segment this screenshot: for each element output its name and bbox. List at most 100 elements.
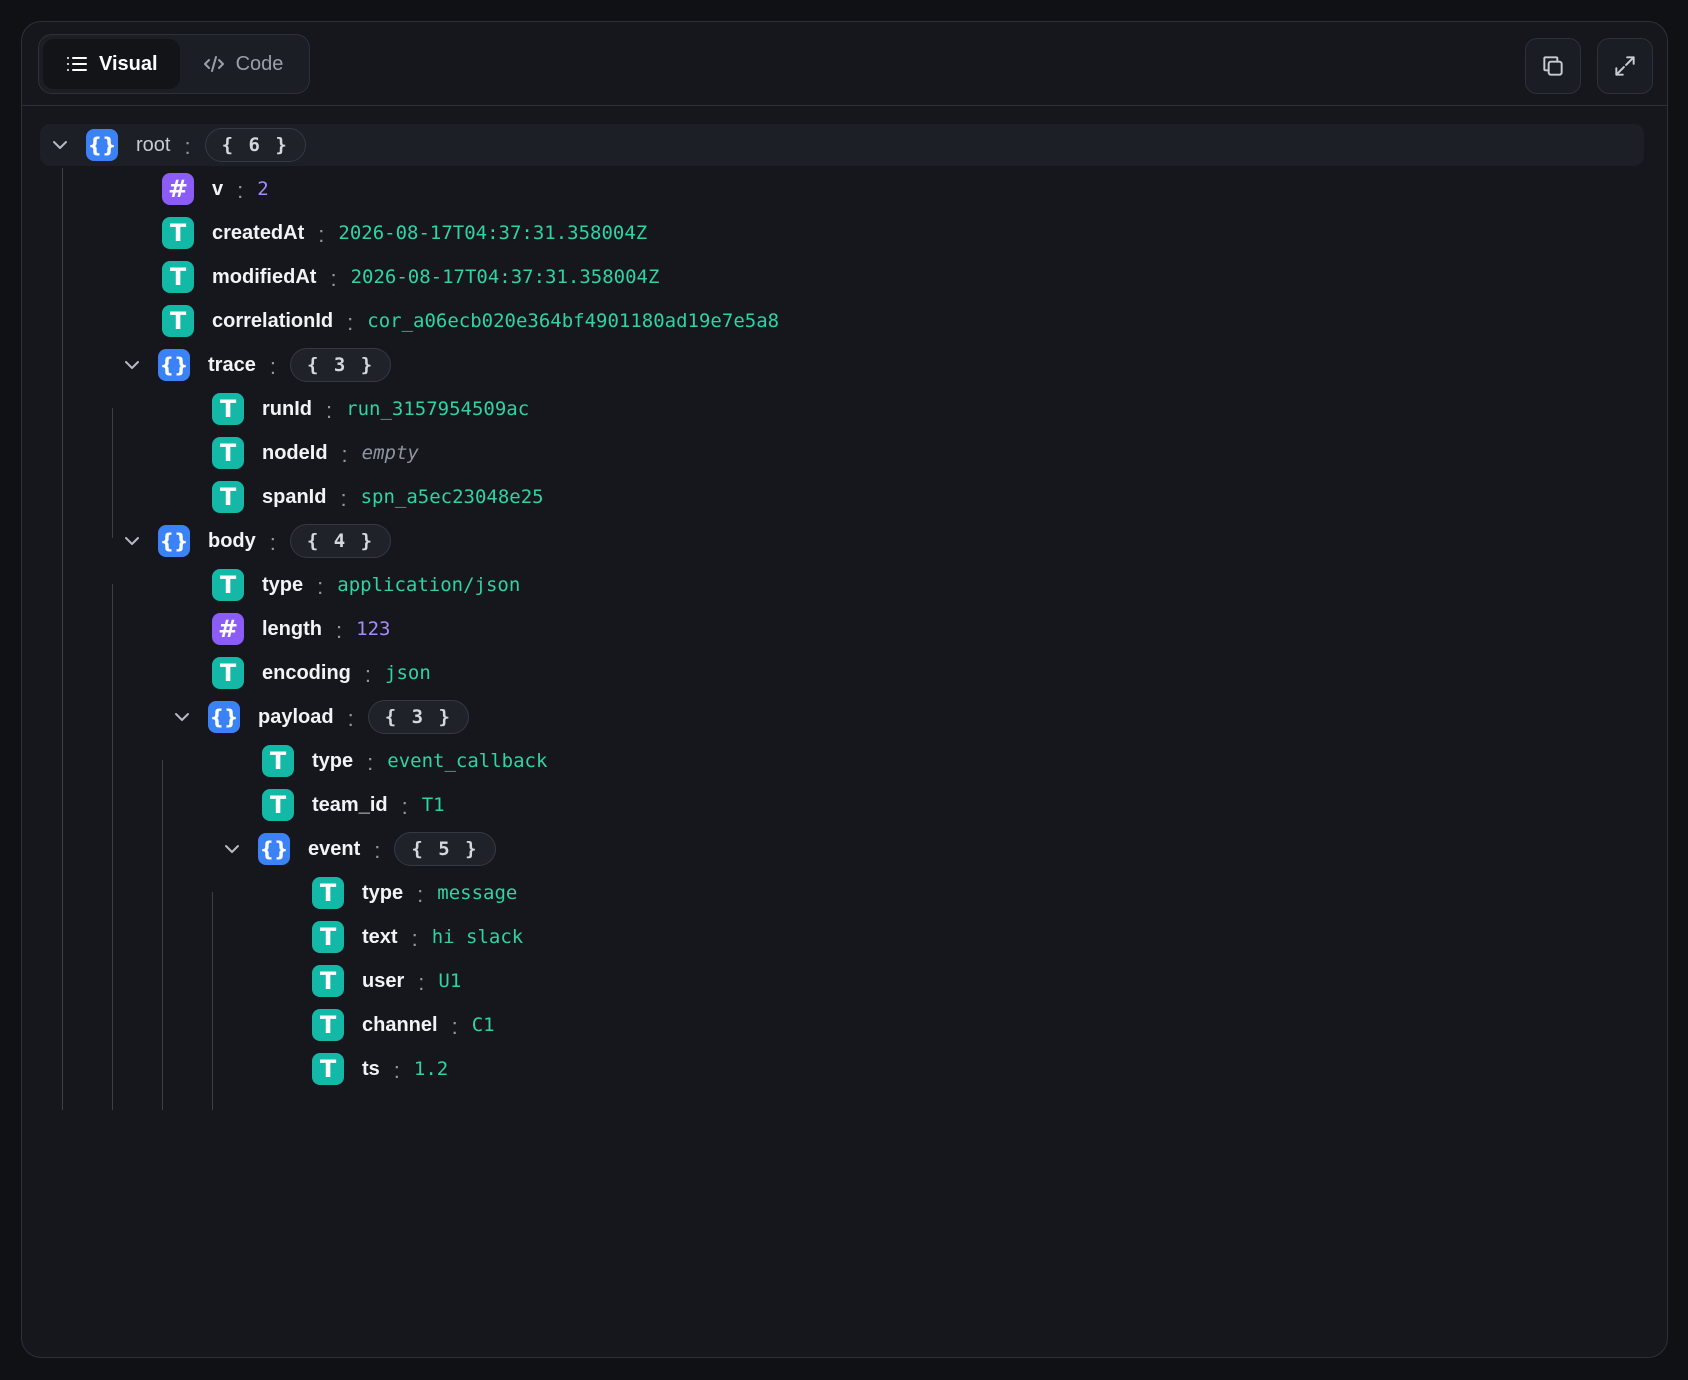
colon-separator: : (184, 134, 191, 159)
child-count-badge: { 6 } (204, 128, 306, 162)
string-type-icon: T (212, 437, 244, 469)
string-type-icon: T (212, 657, 244, 689)
tree-node-ts[interactable]: T ts : 1.2 (312, 1048, 448, 1090)
number-type-icon: # (212, 613, 244, 645)
node-key: runId (262, 397, 312, 420)
node-value: 1.2 (413, 1058, 449, 1080)
node-key: createdAt (212, 221, 305, 244)
node-key: length (262, 617, 322, 640)
node-value: message (437, 882, 518, 904)
node-key: type (262, 573, 304, 596)
colon-separator: : (340, 486, 347, 511)
object-type-icon: {} (158, 349, 190, 381)
child-count-badge: { 3 } (367, 700, 469, 734)
node-key: type (312, 749, 354, 772)
colon-separator: : (237, 178, 244, 203)
chevron-down-icon[interactable] (170, 705, 194, 729)
tree-node-trace[interactable]: {} trace : { 3 } (120, 344, 392, 386)
colon-separator: : (347, 706, 354, 731)
colon-separator: : (318, 222, 325, 247)
tree-node-createdAt[interactable]: T createdAt : 2026-08-17T04:37:31.358004… (162, 212, 647, 254)
string-type-icon: T (162, 305, 194, 337)
number-type-icon: # (162, 173, 194, 205)
colon-separator: : (401, 794, 408, 819)
tree-node-spanId[interactable]: T spanId : spn_a5ec23048e25 (212, 476, 544, 518)
node-key: nodeId (262, 441, 328, 464)
colon-separator: : (347, 310, 354, 335)
tree-guide-trace (112, 408, 113, 538)
object-type-icon: {} (208, 701, 240, 733)
string-type-icon: T (162, 217, 194, 249)
chevron-down-icon[interactable] (120, 529, 144, 553)
node-value: 2026-08-17T04:37:31.358004Z (350, 266, 660, 288)
string-type-icon: T (262, 745, 294, 777)
child-count-badge: { 3 } (289, 348, 392, 382)
colon-separator: : (317, 574, 324, 599)
tree-node-payload-type[interactable]: T type : event_callback (262, 740, 547, 782)
tree-node-event[interactable]: {} event : { 5 } (220, 828, 496, 870)
node-value: cor_a06ecb020e364bf4901180ad19e7e5a8 (367, 310, 780, 332)
string-type-icon: T (212, 481, 244, 513)
tree-node-length[interactable]: # length : 123 (212, 608, 390, 650)
tree-guide-event (212, 892, 213, 1110)
node-value: empty (361, 442, 419, 464)
json-viewer-panel: Visual Code {} root: {6} # v: 2 T cr… (21, 21, 1668, 1358)
node-value: hi slack (431, 926, 524, 948)
node-value: json (385, 662, 431, 684)
colon-separator: : (364, 662, 372, 687)
tree-node-user[interactable]: T user : U1 (312, 960, 461, 1002)
tree-node-event-type[interactable]: T type : message (312, 872, 517, 914)
tree-node-modifiedAt[interactable]: T modifiedAt : 2026-08-17T04:37:31.35800… (162, 256, 659, 298)
node-key: user (362, 969, 405, 992)
tree-node-body[interactable]: {} body : { 4 } (120, 520, 392, 562)
tree-node-team_id[interactable]: T team_id : T1 (262, 784, 445, 826)
tree-node-nodeId[interactable]: T nodeId : empty (212, 432, 419, 474)
colon-separator: : (269, 354, 276, 379)
node-key: channel (362, 1013, 438, 1036)
node-key: spanId (262, 485, 327, 508)
tree-guide-payload (162, 760, 163, 1110)
string-type-icon: T (312, 921, 344, 953)
node-key: v (212, 177, 224, 200)
tree-node-payload[interactable]: {} payload : { 3 } (170, 696, 469, 738)
tree-guide-body (112, 584, 113, 1110)
tree-node-root[interactable]: {} root : { 6 } (48, 124, 306, 166)
colon-separator: : (411, 926, 418, 951)
chevron-down-icon[interactable] (120, 353, 144, 377)
tree-node-runId[interactable]: T runId : run_3157954509ac (212, 388, 529, 430)
node-value: application/json (337, 574, 521, 596)
colon-separator: : (418, 970, 425, 995)
colon-separator: : (374, 838, 381, 863)
node-value: 2 (257, 178, 269, 200)
tree-node-text[interactable]: T text : hi slack (312, 916, 523, 958)
tree-node-v[interactable]: # v : 2 (162, 168, 269, 210)
node-value: U1 (438, 970, 462, 992)
node-key: ts (362, 1057, 380, 1080)
colon-separator: : (341, 442, 348, 467)
tree-guide-root (62, 168, 63, 1110)
json-tree: {} root : { 6 } # v : 2 T createdAt : 20… (22, 22, 1667, 1357)
node-key: correlationId (212, 309, 334, 332)
chevron-down-icon[interactable] (48, 133, 72, 157)
colon-separator: : (269, 530, 276, 555)
tree-node-channel[interactable]: T channel : C1 (312, 1004, 495, 1046)
colon-separator: : (336, 618, 343, 643)
node-key: event (308, 837, 361, 860)
node-value: T1 (421, 794, 445, 816)
string-type-icon: T (312, 1009, 344, 1041)
tree-node-body-type[interactable]: T type : application/json (212, 564, 520, 606)
tree-node-correlationId[interactable]: T correlationId : cor_a06ecb020e364bf490… (162, 300, 779, 342)
node-key: type (362, 881, 404, 904)
node-key: encoding (262, 661, 351, 684)
tree-node-encoding[interactable]: T encoding : json (212, 652, 431, 694)
string-type-icon: T (212, 393, 244, 425)
object-type-icon: {} (258, 833, 290, 865)
node-value: run_3157954509ac (346, 398, 530, 420)
node-value: event_callback (387, 750, 548, 772)
chevron-down-icon[interactable] (220, 837, 244, 861)
node-value: C1 (471, 1014, 495, 1036)
string-type-icon: T (312, 877, 344, 909)
string-type-icon: T (262, 789, 294, 821)
object-type-icon: {} (158, 525, 190, 557)
string-type-icon: T (312, 965, 344, 997)
